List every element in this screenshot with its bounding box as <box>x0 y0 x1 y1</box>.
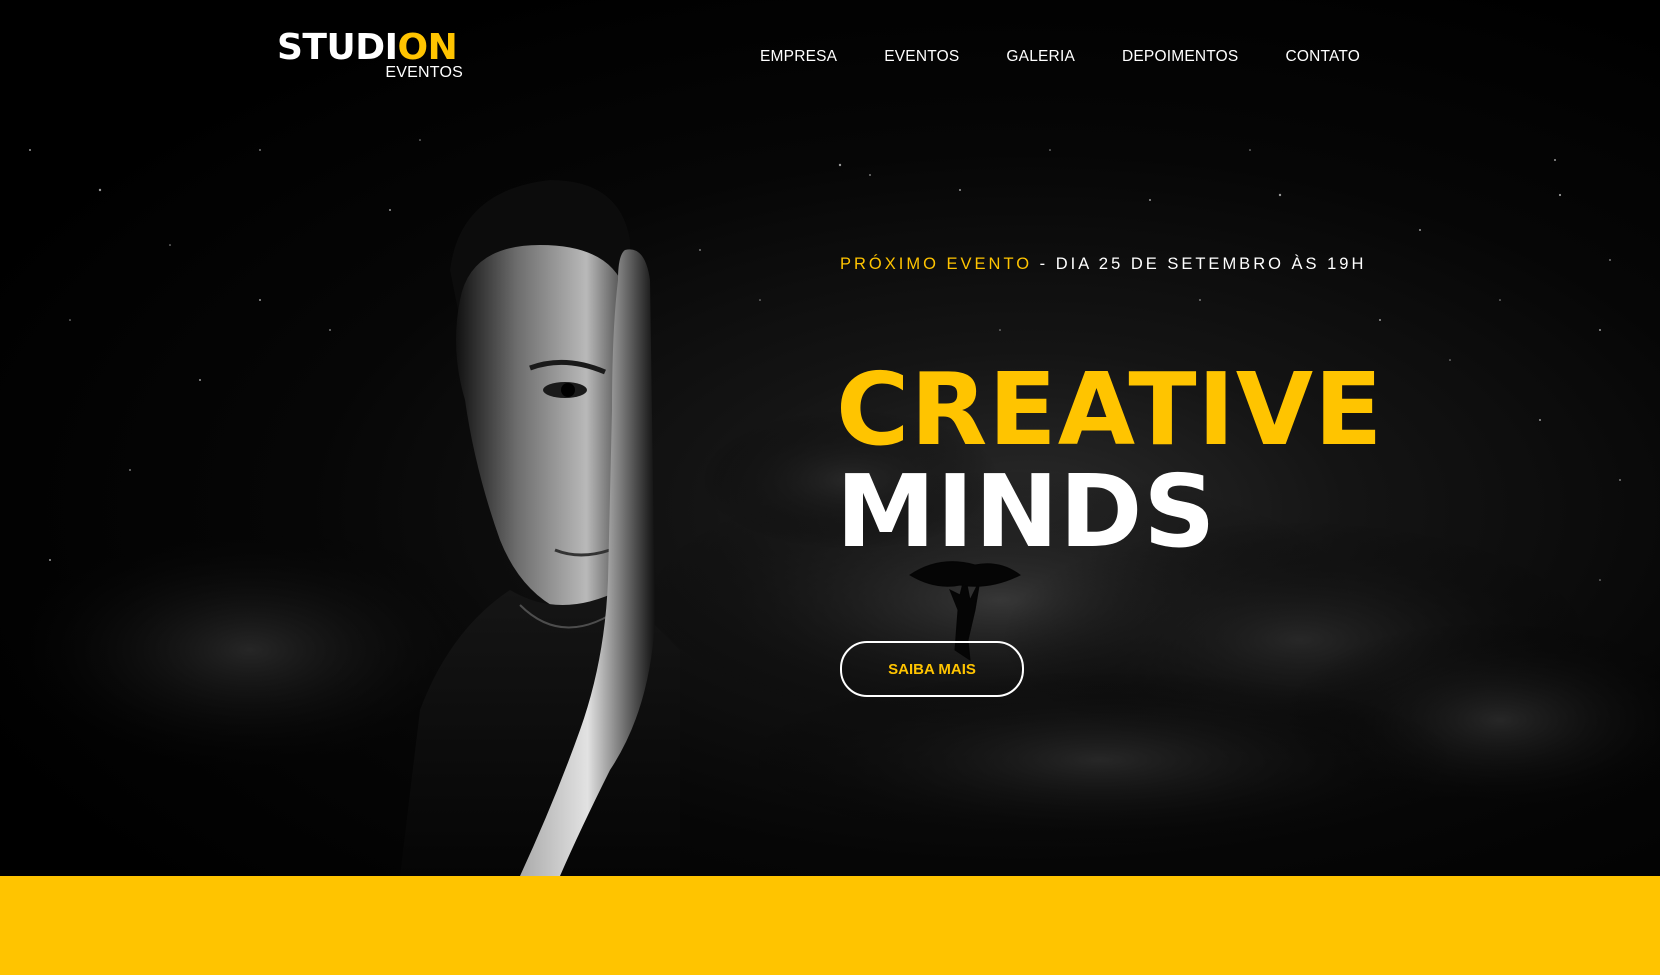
next-event-label: PRÓXIMO EVENTO <box>840 255 1033 273</box>
hero-portrait-image <box>400 180 680 876</box>
main-nav: EMPRESA EVENTOS GALERIA DEPOIMENTOS CONT… <box>760 48 1360 66</box>
hero-section <box>0 0 1660 876</box>
next-event-info: PRÓXIMO EVENTO - DIA 25 DE SETEMBRO ÀS 1… <box>840 255 1366 274</box>
next-event-date: - DIA 25 DE SETEMBRO ÀS 19H <box>1032 255 1367 273</box>
nav-link-empresa[interactable]: EMPRESA <box>760 48 837 66</box>
nav-link-contato[interactable]: CONTATO <box>1285 48 1360 66</box>
nav-link-eventos[interactable]: EVENTOS <box>884 48 959 66</box>
nav-link-depoimentos[interactable]: DEPOIMENTOS <box>1122 48 1238 66</box>
yellow-section-band <box>0 876 1660 975</box>
brand-logo[interactable]: STUDION EVENTOS <box>277 28 467 88</box>
site-header: STUDION EVENTOS EMPRESA EVENTOS GALERIA … <box>0 0 1660 110</box>
logo-wordmark: STUDION <box>277 27 458 68</box>
clouds-background <box>0 410 1660 850</box>
hero-title-line1: CREATIVE <box>836 351 1384 468</box>
landing-page: STUDION EVENTOS EMPRESA EVENTOS GALERIA … <box>0 0 1660 975</box>
nav-link-galeria[interactable]: GALERIA <box>1006 48 1075 66</box>
hero-title-line2: MINDS <box>836 453 1217 570</box>
logo-subtitle: EVENTOS <box>385 64 463 81</box>
saiba-mais-button[interactable]: SAIBA MAIS <box>840 641 1024 697</box>
